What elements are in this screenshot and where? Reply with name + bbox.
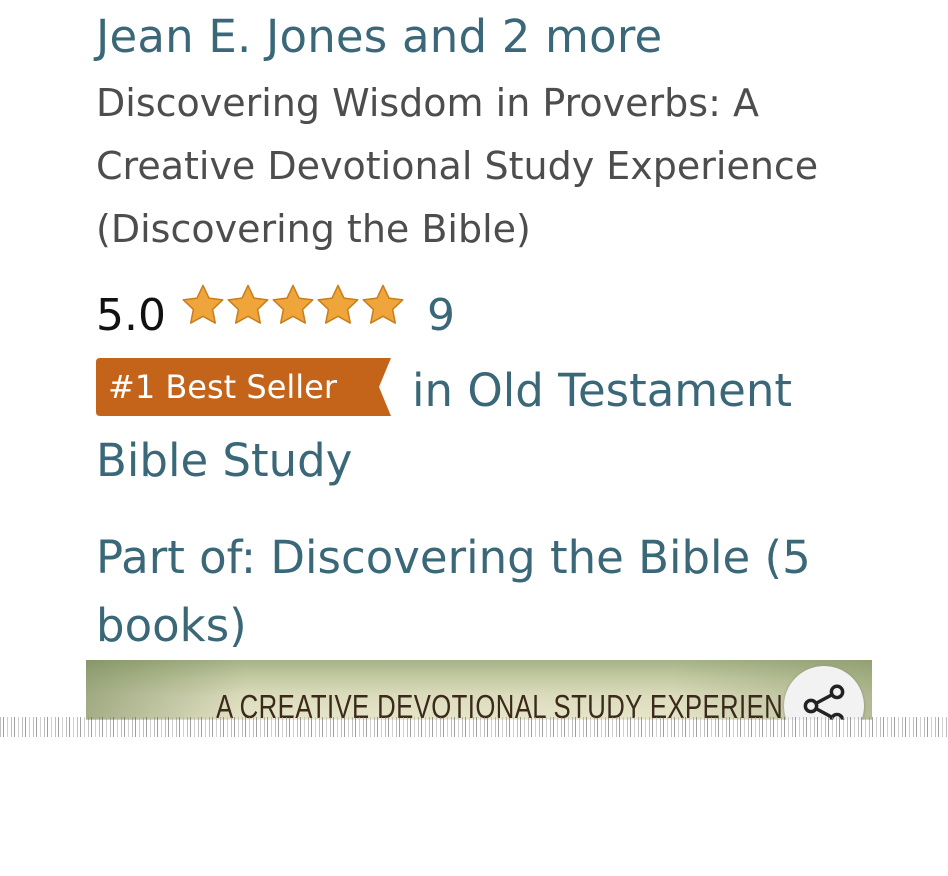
rating-count-link[interactable]: 9: [427, 286, 455, 346]
star-icon: [182, 284, 224, 324]
star-icon: [362, 284, 404, 324]
star-icon: [272, 284, 314, 324]
share-icon: [803, 684, 845, 720]
blank-area: [0, 737, 948, 876]
scan-noise-band: [0, 717, 948, 737]
book-title: Discovering Wisdom in Proverbs: A Creati…: [96, 81, 819, 251]
best-seller-label: #1 Best Seller: [108, 368, 337, 406]
series-link[interactable]: Part of: Discovering the Bible (5 books): [96, 524, 876, 660]
product-detail-page: Jean E. Jones and 2 more Discovering Wis…: [0, 0, 948, 720]
star-rating[interactable]: [180, 282, 405, 328]
best-seller-badge: #1 Best Seller: [96, 358, 391, 416]
rating-row[interactable]: 5.0 9: [96, 284, 455, 344]
authors-link[interactable]: Jean E. Jones and 2 more: [96, 8, 662, 66]
star-icon: [227, 284, 269, 324]
cover-tagline: A CREATIVE DEVOTIONAL STUDY EXPERIENCE: [216, 688, 820, 720]
book-cover-image[interactable]: A CREATIVE DEVOTIONAL STUDY EXPERIENCE: [86, 660, 872, 720]
star-icon: [317, 284, 359, 324]
rating-value: 5.0: [96, 290, 166, 341]
